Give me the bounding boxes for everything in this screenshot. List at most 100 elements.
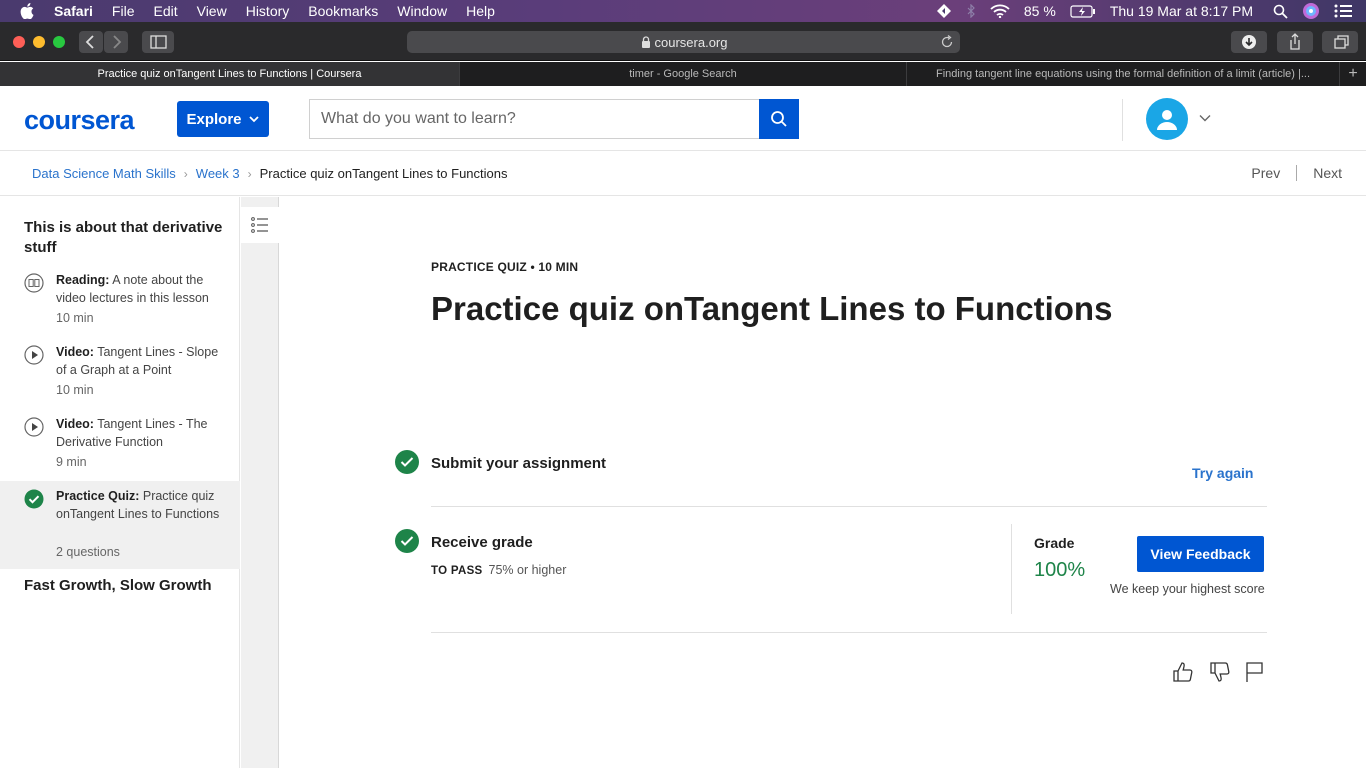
section-title: This is about that derivative stuff: [24, 219, 223, 256]
share-button[interactable]: [1277, 31, 1313, 53]
to-pass-label: TO PASS: [431, 565, 483, 577]
siri-icon[interactable]: [1302, 2, 1320, 20]
search-input[interactable]: What do you want to learn?: [309, 99, 759, 139]
coursera-logo[interactable]: coursera: [24, 105, 135, 136]
bluetooth-icon[interactable]: [966, 4, 976, 18]
explore-label: Explore: [186, 110, 242, 128]
tab-label: timer - Google Search: [629, 68, 737, 80]
zoom-window-button[interactable]: [53, 36, 65, 48]
wifi-icon[interactable]: [990, 4, 1010, 18]
sidebar-item-text: Practice Quiz: Practice quiz onTangent L…: [56, 487, 221, 523]
browser-toolbar: coursera.org: [0, 22, 1366, 61]
sidebar-item-video-slope[interactable]: Video: Tangent Lines - Slope of a Graph …: [0, 343, 240, 403]
quiz-kicker: PRACTICE QUIZ • 10 MIN: [431, 260, 579, 274]
search-icon: [771, 111, 787, 127]
dropbox-diamond-icon[interactable]: [936, 3, 952, 19]
item-kind: Practice Quiz:: [56, 489, 140, 503]
flag-icon[interactable]: [1243, 660, 1267, 684]
item-kind: Reading:: [56, 273, 110, 287]
thumbs-up-icon[interactable]: [1171, 660, 1195, 684]
tab-overview-button[interactable]: [1322, 31, 1358, 53]
breadcrumb: Data Science Math Skills › Week 3 › Prac…: [32, 166, 508, 181]
breadcrumb-course-link[interactable]: Data Science Math Skills: [32, 166, 176, 181]
nav-divider: [1296, 165, 1298, 181]
download-icon: [1242, 35, 1256, 49]
book-icon: [24, 273, 44, 293]
menu-clock[interactable]: Thu 19 Mar at 8:17 PM: [1110, 3, 1253, 19]
tab-khan-article[interactable]: Finding tangent line equations using the…: [907, 62, 1340, 86]
tab-label: Practice quiz onTangent Lines to Functio…: [97, 68, 362, 80]
play-icon: [24, 345, 44, 365]
menu-bookmarks[interactable]: Bookmarks: [308, 3, 378, 19]
menu-file[interactable]: File: [112, 3, 135, 19]
forward-button[interactable]: [104, 31, 128, 53]
page-title: Practice quiz onTangent Lines to Functio…: [431, 290, 1113, 327]
next-section-title[interactable]: Fast Growth, Slow Growth: [24, 577, 212, 594]
close-window-button[interactable]: [13, 36, 25, 48]
back-button[interactable]: [79, 31, 103, 53]
tab-label: Finding tangent line equations using the…: [936, 68, 1310, 80]
view-feedback-button[interactable]: View Feedback: [1137, 536, 1264, 572]
share-icon: [1290, 33, 1300, 50]
divider: [431, 506, 1267, 507]
reload-icon[interactable]: [940, 35, 954, 49]
apple-icon[interactable]: [20, 3, 34, 19]
menu-window[interactable]: Window: [397, 3, 447, 19]
grade-divider: [1011, 524, 1012, 614]
checkmark-circle-icon: [24, 489, 44, 509]
item-duration: 10 min: [56, 311, 94, 325]
notification-center-icon[interactable]: [1334, 4, 1352, 18]
highest-score-note: We keep your highest score: [1110, 582, 1265, 596]
grade-value: 100%: [1034, 559, 1086, 581]
sidebar-item-video-derivative[interactable]: Video: Tangent Lines - The Derivative Fu…: [0, 415, 240, 475]
checkmark-icon: [400, 457, 414, 467]
spotlight-search-icon[interactable]: [1273, 4, 1288, 19]
new-tab-button[interactable]: +: [1340, 62, 1366, 86]
try-again-link[interactable]: Try again: [1192, 465, 1253, 481]
item-duration: 9 min: [56, 455, 87, 469]
chevron-down-icon[interactable]: [1199, 114, 1211, 122]
menu-view[interactable]: View: [197, 3, 227, 19]
chevron-right-icon: ›: [247, 166, 252, 181]
breadcrumb-week-link[interactable]: Week 3: [196, 166, 240, 181]
sidebar-item-text: Video: Tangent Lines - The Derivative Fu…: [56, 415, 221, 451]
toggle-outline-button[interactable]: [241, 207, 279, 243]
lesson-sidebar: This is about that derivative stuff Read…: [0, 197, 240, 768]
menu-help[interactable]: Help: [466, 3, 495, 19]
divider: [431, 632, 1267, 633]
battery-percent: 85 %: [1023, 3, 1056, 19]
search-button[interactable]: [759, 99, 799, 139]
sidebar-item-reading[interactable]: Reading: A note about the video lectures…: [0, 271, 240, 331]
battery-charging-icon[interactable]: [1070, 4, 1096, 18]
item-duration: 10 min: [56, 383, 94, 397]
prev-next-nav: Prev Next: [1251, 165, 1342, 181]
user-avatar[interactable]: [1146, 98, 1188, 140]
tab-coursera-quiz[interactable]: Practice quiz onTangent Lines to Functio…: [0, 62, 460, 86]
item-kind: Video:: [56, 345, 94, 359]
address-bar[interactable]: coursera.org: [407, 31, 960, 53]
tab-bar: Practice quiz onTangent Lines to Functio…: [0, 62, 1366, 86]
breadcrumb-bar: Data Science Math Skills › Week 3 › Prac…: [0, 152, 1366, 196]
downloads-button[interactable]: [1231, 31, 1267, 53]
next-button[interactable]: Next: [1313, 165, 1342, 181]
prev-button[interactable]: Prev: [1251, 165, 1280, 181]
chevron-right-icon: ›: [183, 166, 188, 181]
play-icon: [24, 417, 44, 437]
url-text: coursera.org: [654, 34, 728, 50]
menu-app-name[interactable]: Safari: [54, 3, 93, 19]
minimize-window-button[interactable]: [33, 36, 45, 48]
menu-edit[interactable]: Edit: [153, 3, 177, 19]
thumbs-down-icon[interactable]: [1208, 660, 1232, 684]
sidebar-toggle-button[interactable]: [142, 31, 174, 53]
submit-status-icon: [395, 450, 419, 474]
item-duration: 2 questions: [56, 545, 120, 559]
explore-button[interactable]: Explore: [177, 101, 269, 137]
lock-icon: [641, 36, 650, 48]
tab-google-search[interactable]: timer - Google Search: [460, 62, 907, 86]
sidebar-item-practice-quiz[interactable]: Practice Quiz: Practice quiz onTangent L…: [0, 481, 240, 569]
grade-label: Grade: [1034, 535, 1075, 551]
menu-history[interactable]: History: [246, 3, 290, 19]
site-header: coursera Explore What do you want to lea…: [0, 86, 1366, 151]
item-kind: Video:: [56, 417, 94, 431]
chevron-left-icon: [85, 35, 94, 49]
